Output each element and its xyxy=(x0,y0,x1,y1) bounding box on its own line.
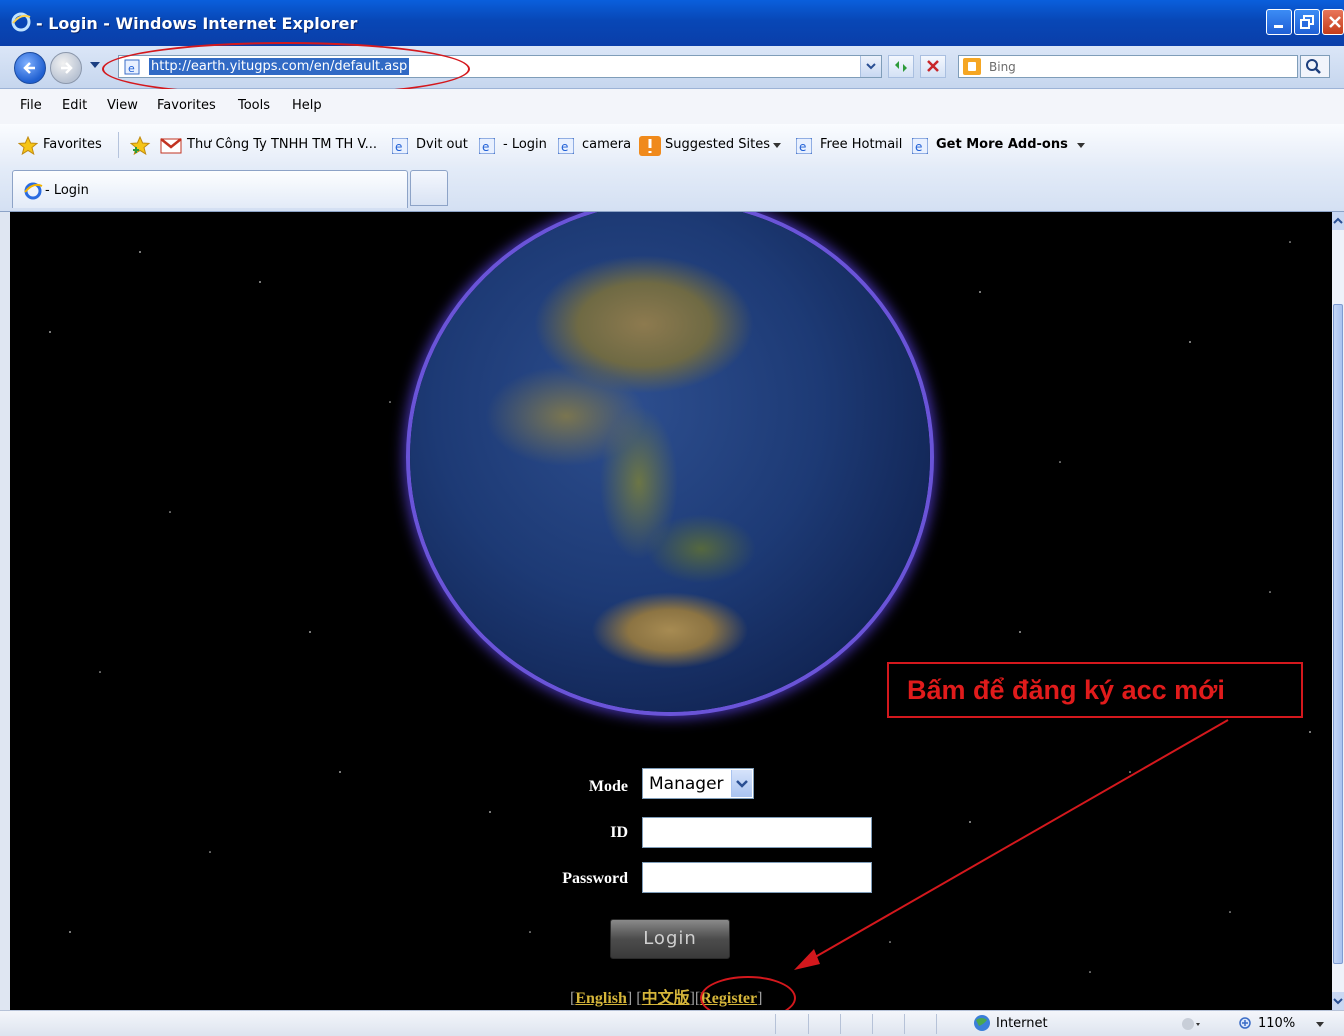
svg-text:e: e xyxy=(799,140,806,154)
favorites-star-icon xyxy=(18,136,38,155)
recent-pages-dropdown-icon[interactable] xyxy=(90,62,100,70)
menu-favorites[interactable]: Favorites xyxy=(157,98,216,113)
vertical-scrollbar[interactable] xyxy=(1332,212,1344,1010)
search-icon xyxy=(1306,59,1321,74)
page-content: Mode Manager ID Password Login [English]… xyxy=(10,212,1332,1010)
ie-page-icon: e xyxy=(912,138,928,154)
address-url[interactable]: http://earth.yitugps.com/en/default.asp xyxy=(149,58,410,75)
zoom-level[interactable]: 110% xyxy=(1258,1016,1295,1031)
chevron-down-icon xyxy=(866,63,876,70)
menu-file[interactable]: File xyxy=(20,98,42,113)
zoom-icon xyxy=(1239,1017,1251,1029)
ie-page-icon: e xyxy=(479,138,495,154)
fav-item-suggested-sites[interactable]: Suggested Sites xyxy=(665,137,770,152)
ie-page-icon: e xyxy=(796,138,812,154)
favorites-bar: Favorites Thư Công Ty TNHH TM TH V... e … xyxy=(0,124,1344,167)
close-button[interactable] xyxy=(1322,9,1344,35)
svg-text:e: e xyxy=(561,140,568,154)
chevron-down-icon[interactable] xyxy=(1316,1022,1324,1028)
chevron-down-icon xyxy=(773,143,781,148)
address-toolbar: e http://earth.yitugps.com/en/default.as… xyxy=(0,46,1344,89)
tab-login[interactable]: - Login xyxy=(12,170,408,208)
chevron-down-icon xyxy=(1077,143,1085,148)
fav-item-login[interactable]: - Login xyxy=(503,137,547,152)
forward-button[interactable] xyxy=(50,52,82,84)
window-title: - Login - Windows Internet Explorer xyxy=(36,14,358,33)
back-button[interactable] xyxy=(14,52,46,84)
new-tab-button[interactable] xyxy=(410,170,448,206)
scroll-up-button[interactable] xyxy=(1332,212,1344,230)
address-field[interactable]: e http://earth.yitugps.com/en/default.as… xyxy=(118,55,882,78)
favorites-button[interactable]: Favorites xyxy=(43,137,102,152)
ie-logo-icon xyxy=(24,182,43,200)
favorites-separator xyxy=(118,132,119,158)
ie-page-icon: e xyxy=(558,138,574,154)
back-arrow-icon xyxy=(23,62,35,74)
menu-edit[interactable]: Edit xyxy=(62,98,87,113)
restore-button[interactable] xyxy=(1294,9,1320,35)
annotation-arrow xyxy=(794,719,1229,970)
svg-text:e: e xyxy=(915,140,922,154)
menu-bar: File Edit View Favorites Tools Help xyxy=(0,89,1344,125)
window-left-edge xyxy=(0,212,10,1010)
protected-mode-icon[interactable] xyxy=(1180,1016,1202,1032)
close-icon xyxy=(1329,16,1341,28)
fav-item-dvit-out[interactable]: Dvit out xyxy=(416,137,468,152)
fav-item-camera[interactable]: camera xyxy=(582,137,631,152)
tab-row: - Login xyxy=(0,166,1344,212)
security-zone: Internet xyxy=(996,1016,1048,1031)
refresh-button[interactable] xyxy=(888,55,914,78)
page-icon: e xyxy=(124,59,140,75)
window-title-bar: - Login - Windows Internet Explorer xyxy=(0,0,1344,46)
suggested-sites-icon xyxy=(639,136,661,156)
forward-arrow-icon xyxy=(61,62,73,74)
status-bar: Internet 110% xyxy=(0,1010,1344,1036)
bing-logo-icon xyxy=(963,58,981,75)
refresh-icon xyxy=(895,61,907,72)
menu-tools[interactable]: Tools xyxy=(238,98,270,113)
add-to-favorites-icon[interactable] xyxy=(130,136,152,156)
search-box[interactable]: Bing xyxy=(958,55,1298,78)
chevron-down-icon xyxy=(1333,998,1343,1005)
svg-text:e: e xyxy=(482,140,489,154)
fav-item-thu-cong-ty[interactable]: Thư Công Ty TNHH TM TH V... xyxy=(187,137,377,152)
menu-view[interactable]: View xyxy=(107,98,138,113)
restore-icon xyxy=(1300,15,1314,29)
scroll-down-button[interactable] xyxy=(1332,992,1344,1010)
scrollbar-thumb[interactable] xyxy=(1333,304,1343,964)
stop-icon xyxy=(927,60,939,72)
minimize-button[interactable] xyxy=(1266,9,1292,35)
internet-globe-icon xyxy=(974,1015,990,1031)
ie-page-icon: e xyxy=(392,138,408,154)
stop-button[interactable] xyxy=(920,55,946,78)
fav-item-free-hotmail[interactable]: Free Hotmail xyxy=(820,137,902,152)
gmail-icon xyxy=(160,138,182,154)
search-placeholder: Bing xyxy=(989,60,1016,74)
minimize-icon xyxy=(1274,25,1283,28)
fav-item-get-more-addons[interactable]: Get More Add-ons xyxy=(936,137,1068,152)
address-dropdown-button[interactable] xyxy=(860,56,881,77)
chevron-up-icon xyxy=(1333,217,1343,224)
tab-label: - Login xyxy=(45,183,89,198)
menu-help[interactable]: Help xyxy=(292,98,322,113)
ie-logo-icon xyxy=(11,12,31,32)
svg-text:e: e xyxy=(395,140,402,154)
search-button[interactable] xyxy=(1300,55,1330,78)
svg-text:e: e xyxy=(128,62,135,75)
